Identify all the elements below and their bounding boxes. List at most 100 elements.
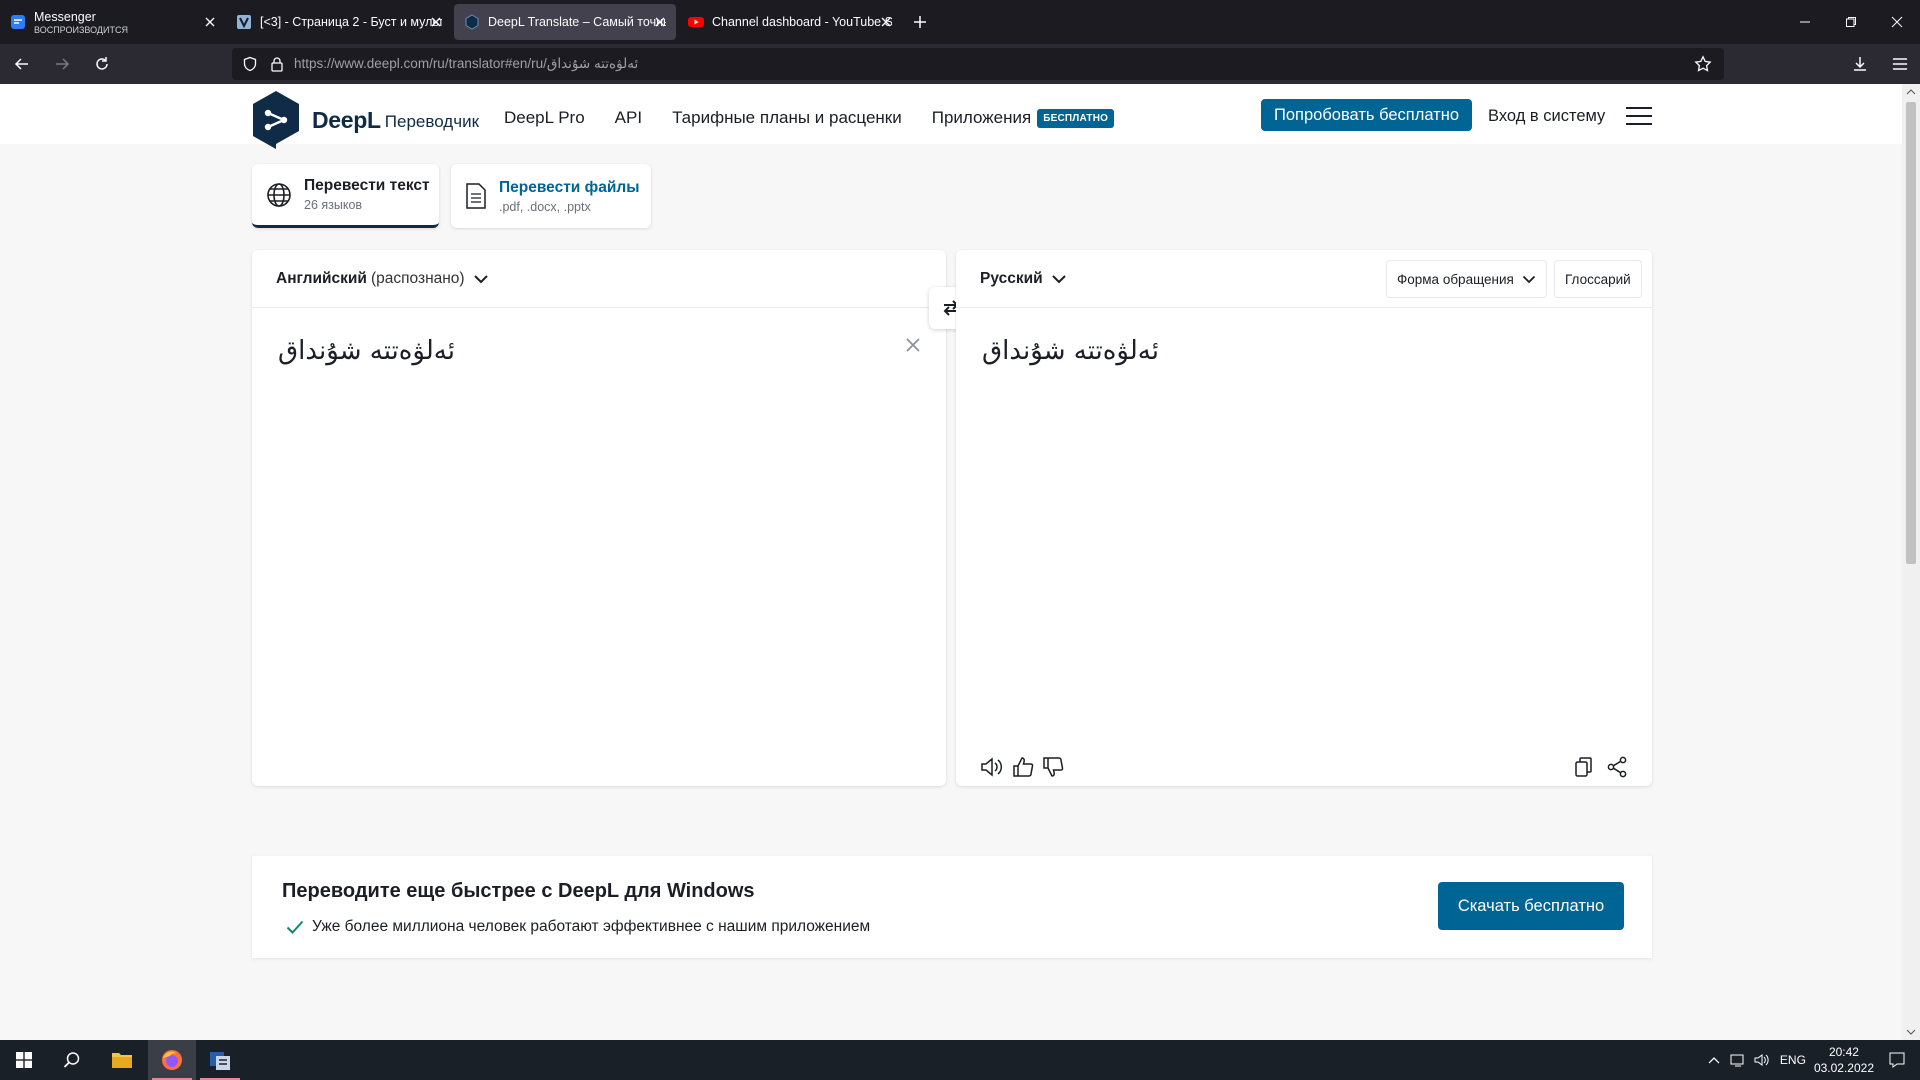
reload-icon (96, 57, 108, 70)
close-icon[interactable] (202, 14, 218, 30)
target-action-tools (1574, 756, 1628, 778)
tab-forum[interactable]: [<3] - Страница 2 - Буст и мультиаккаунт… (226, 0, 452, 44)
notifications-icon[interactable] (1888, 1051, 1906, 1069)
tab-messenger[interactable]: Messenger ВОСПРОИЗВОДИТСЯ (0, 0, 226, 44)
tab-title: Channel dashboard - YouTube Studio (712, 15, 892, 29)
youtube-icon (688, 17, 704, 27)
close-icon[interactable] (428, 14, 444, 30)
source-language-select[interactable]: Английский (распознано) (252, 250, 946, 308)
network-icon[interactable] (1730, 1053, 1746, 1067)
lock-icon[interactable] (270, 56, 284, 72)
browser-nav-bar: https://www.deepl.com/ru/translator#en/r… (0, 44, 1920, 84)
chevron-down-icon (1522, 275, 1535, 283)
site-header: DeepL Переводчик DeepL Pro API Тарифные … (0, 84, 1902, 149)
download-icon (1854, 57, 1866, 71)
chevron-up-icon[interactable] (1708, 1056, 1720, 1064)
thumbs-up-icon[interactable] (1012, 756, 1034, 778)
back-button[interactable] (4, 48, 40, 80)
window-controls (1782, 0, 1920, 44)
arrow-left-icon (14, 58, 28, 70)
formality-select[interactable]: Форма обращения (1386, 260, 1547, 298)
deepl-icon (465, 14, 479, 30)
download-free-button[interactable]: Скачать бесплатно (1438, 882, 1624, 930)
speaker-icon[interactable] (980, 756, 1004, 778)
clock[interactable]: 20:42 03.02.2022 (1814, 1044, 1874, 1076)
nav-pricing[interactable]: Тарифные планы и расценки (672, 108, 902, 128)
windows-logo-icon (16, 1052, 32, 1068)
minimize-icon (1800, 21, 1810, 23)
scroll-up-icon[interactable] (1906, 88, 1916, 96)
deepl-logo-icon (253, 91, 299, 149)
scroll-down-icon[interactable] (1906, 1028, 1916, 1036)
source-language: Английский (276, 269, 367, 287)
restore-icon (1846, 17, 1856, 27)
promo-title: Переводите еще быстрее с DeepL для Windo… (282, 880, 755, 902)
plus-icon (914, 16, 926, 28)
close-icon[interactable] (878, 14, 894, 30)
shield-icon[interactable] (242, 56, 258, 72)
tab-subtitle: .pdf, .docx, .pptx (499, 199, 591, 214)
tab-title: Messenger (34, 9, 96, 24)
login-link[interactable]: Вход в систему (1488, 107, 1605, 126)
tab-title: Перевести текст (304, 177, 430, 194)
target-feedback-tools (980, 756, 1064, 778)
close-window-button[interactable] (1874, 0, 1920, 44)
start-button[interactable] (0, 1040, 48, 1080)
globe-icon (267, 182, 291, 207)
source-text-input[interactable]: ئەلۋەتتە شۇنداق (278, 336, 455, 366)
page-scrollbar[interactable] (1902, 84, 1920, 1040)
nav-api[interactable]: API (615, 108, 642, 128)
restore-button[interactable] (1828, 0, 1874, 44)
volume-icon[interactable] (1754, 1053, 1770, 1067)
thumbs-down-icon[interactable] (1042, 756, 1064, 778)
forward-button[interactable] (44, 48, 80, 80)
free-badge: БЕСПЛАТНО (1037, 108, 1115, 128)
search-button[interactable] (48, 1040, 96, 1080)
source-panel: Английский (распознано) ئەلۋەتتە شۇنداق (252, 250, 946, 786)
tab-deepl[interactable]: DeepL Translate – Самый точный переводчи… (454, 4, 676, 40)
input-language[interactable]: ENG (1780, 1053, 1806, 1067)
messenger-icon (11, 15, 25, 29)
file-explorer-button[interactable] (98, 1040, 146, 1080)
downloads-button[interactable] (1840, 44, 1880, 84)
target-panel: Русский Форма обращения Глоссарий ئەلۋەت… (956, 250, 1652, 786)
system-tray: ENG 20:42 03.02.2022 (1708, 1040, 1920, 1080)
hamburger-icon (1893, 58, 1907, 70)
forum-icon (237, 15, 251, 29)
nav-deepl-pro[interactable]: DeepL Pro (504, 108, 585, 128)
try-free-button[interactable]: Попробовать бесплатно (1261, 99, 1472, 131)
app-button[interactable] (196, 1040, 244, 1080)
url-text: https://www.deepl.com/ru/translator#en/r… (294, 56, 638, 72)
share-icon[interactable] (1606, 756, 1628, 778)
close-icon[interactable] (652, 14, 668, 30)
tab-subtitle: ВОСПРОИЗВОДИТСЯ (34, 24, 128, 35)
target-language-select[interactable]: Русский (956, 250, 1652, 308)
url-bar[interactable]: https://www.deepl.com/ru/translator#en/r… (232, 48, 1724, 80)
url-host: https://www.deepl.com (294, 56, 430, 71)
star-icon[interactable] (1694, 55, 1712, 73)
deepl-page: DeepL Переводчик DeepL Pro API Тарифные … (0, 84, 1920, 1040)
glossary-button[interactable]: Глоссарий (1554, 260, 1642, 298)
url-path: /ru/translator#en/ru/ئەلۋەتتە شۇنداق (429, 56, 639, 71)
nav-apps[interactable]: Приложения БЕСПЛАТНО (932, 108, 1115, 128)
hamburger-menu-button[interactable] (1626, 107, 1652, 125)
new-tab-button[interactable] (902, 0, 938, 44)
reload-button[interactable] (84, 48, 120, 80)
tab-title: DeepL Translate – Самый точный переводчи… (488, 15, 666, 29)
deepl-logo[interactable]: DeepL Переводчик (250, 89, 479, 151)
menu-button[interactable] (1880, 44, 1920, 84)
chevron-down-icon (1051, 274, 1066, 283)
detected-label: (распознано) (370, 269, 465, 287)
windows-app-promo: Переводите еще быстрее с DeepL для Windo… (252, 856, 1652, 958)
tab-youtube[interactable]: Channel dashboard - YouTube Studio (678, 0, 902, 44)
clear-text-icon[interactable] (906, 338, 920, 352)
checkmark-icon (286, 920, 304, 934)
copy-icon[interactable] (1574, 756, 1594, 778)
minimize-button[interactable] (1782, 0, 1828, 44)
firefox-button[interactable] (148, 1040, 196, 1080)
tab-translate-text[interactable]: Перевести текст 26 языков (252, 164, 439, 228)
scrollbar-thumb[interactable] (1906, 102, 1916, 564)
tab-translate-files[interactable]: Перевести файлы .pdf, .docx, .pptx (451, 164, 651, 228)
tab-title: Перевести файлы (499, 178, 640, 196)
chevron-down-icon (473, 274, 488, 283)
